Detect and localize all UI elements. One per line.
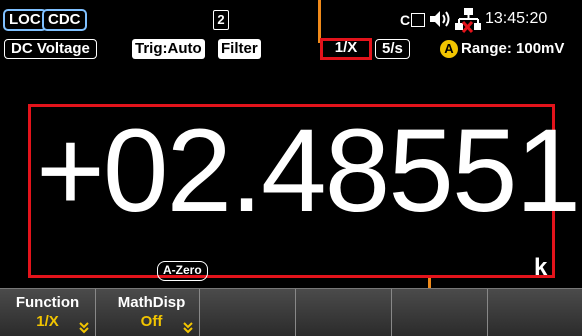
memory-slot-icon: 2 bbox=[213, 10, 229, 30]
softkey-mathdisp[interactable]: MathDisp Off bbox=[104, 289, 200, 336]
unit-prefix: k bbox=[534, 254, 548, 281]
softkey-label: Function bbox=[15, 294, 80, 311]
status-bar: LOC CDC 2 C 13:45:20 bbox=[0, 0, 582, 34]
clock: 13:45:20 bbox=[485, 10, 548, 27]
measurement-value: +02.48551 bbox=[36, 105, 581, 237]
reading-display: +02.48551 A-Zero k bbox=[0, 64, 582, 286]
softkey-4[interactable] bbox=[296, 289, 392, 336]
sample-rate-indicator: 5/s bbox=[375, 39, 410, 59]
lan-disconnected-icon bbox=[455, 8, 481, 33]
auto-range-badge: A bbox=[440, 40, 458, 58]
beeper-icon bbox=[430, 11, 450, 27]
math-function-indicator: 1/X bbox=[320, 38, 372, 60]
softkey-bar: Function 1/X MathDisp Off bbox=[0, 288, 582, 336]
auto-zero-indicator: A-Zero bbox=[157, 261, 208, 281]
function-indicator: DC Voltage bbox=[4, 39, 97, 59]
softkey-function[interactable]: Function 1/X bbox=[0, 289, 96, 336]
trigger-indicator: Trig:Auto bbox=[132, 39, 205, 59]
chevron-down-icon bbox=[183, 322, 193, 334]
softkey-6[interactable] bbox=[488, 289, 582, 336]
softkey-label: MathDisp bbox=[117, 294, 186, 311]
chevron-down-icon bbox=[79, 322, 89, 334]
ce-icon: C bbox=[400, 11, 426, 29]
softkey-3[interactable] bbox=[200, 289, 296, 336]
local-mode-indicator: LOC bbox=[3, 9, 47, 31]
ce-label: C bbox=[400, 12, 411, 28]
range-indicator: A Range: 100mV bbox=[440, 39, 564, 59]
filter-indicator: Filter bbox=[218, 39, 261, 59]
softkey-5[interactable] bbox=[392, 289, 488, 336]
annotation-line-top bbox=[318, 0, 321, 42]
measurement-info-bar: DC Voltage Trig:Auto Filter 1/X 5/s A Ran… bbox=[0, 38, 582, 60]
range-label: Range: 100mV bbox=[461, 40, 565, 57]
cdc-mode-indicator: CDC bbox=[42, 9, 87, 31]
